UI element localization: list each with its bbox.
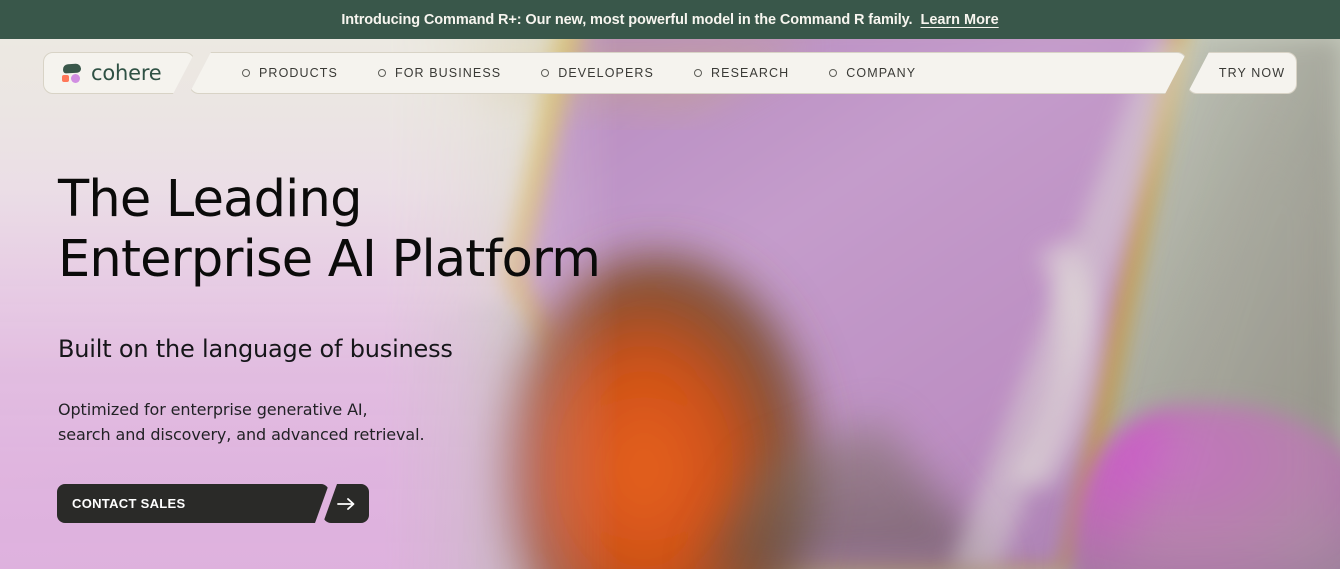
contact-sales-button[interactable]: CONTACT SALES [57, 484, 329, 523]
arrow-right-icon [336, 497, 354, 510]
nav-item-for-business[interactable]: FOR BUSINESS [378, 66, 501, 80]
announcement-learn-more-link[interactable]: Learn More [920, 12, 998, 28]
nav-item-label: DEVELOPERS [558, 66, 654, 80]
circle-outline-icon [378, 69, 386, 77]
hero-headline: The Leading Enterprise AI Platform [58, 170, 601, 289]
nav-item-company[interactable]: COMPANY [829, 66, 916, 80]
logo-pill[interactable]: cohere [43, 52, 195, 94]
page-root: Introducing Command R+: Our new, most po… [0, 0, 1340, 569]
logo-purple-dot [71, 74, 80, 83]
nav-item-research[interactable]: RESEARCH [694, 66, 789, 80]
logo-blob-shape [63, 64, 81, 74]
cohere-logo-icon [62, 63, 84, 83]
hero-subheadline: Built on the language of business [58, 335, 453, 363]
nav-item-label: COMPANY [846, 66, 917, 80]
site-navigation: cohere PRODUCTS FOR BUSINESS DEVELOPERS [0, 52, 1340, 94]
hero-body-text: Optimized for enterprise generative AI, … [58, 400, 425, 444]
nav-links-pill: PRODUCTS FOR BUSINESS DEVELOPERS RESEARC… [189, 52, 1187, 94]
try-now-button[interactable]: TRY NOW [1187, 52, 1297, 94]
circle-outline-icon [541, 69, 549, 77]
contact-sales-label: CONTACT SALES [72, 496, 186, 511]
circle-outline-icon [829, 69, 837, 77]
logo-orange-dot [62, 75, 69, 82]
nav-links-list: PRODUCTS FOR BUSINESS DEVELOPERS RESEARC… [242, 66, 916, 80]
nav-item-label: RESEARCH [711, 66, 790, 80]
announcement-text: Introducing Command R+: Our new, most po… [341, 11, 913, 28]
contact-sales-arrow-button[interactable] [323, 484, 369, 523]
circle-outline-icon [242, 69, 250, 77]
logo-wordmark: cohere [91, 61, 162, 85]
nav-item-developers[interactable]: DEVELOPERS [541, 66, 654, 80]
nav-item-label: PRODUCTS [259, 66, 338, 80]
circle-outline-icon [694, 69, 702, 77]
nav-item-label: FOR BUSINESS [394, 66, 502, 80]
nav-item-products[interactable]: PRODUCTS [242, 66, 338, 80]
try-now-label: TRY NOW [1218, 66, 1286, 80]
hero-cta-row: CONTACT SALES [57, 484, 369, 523]
announcement-banner: Introducing Command R+: Our new, most po… [0, 0, 1340, 39]
